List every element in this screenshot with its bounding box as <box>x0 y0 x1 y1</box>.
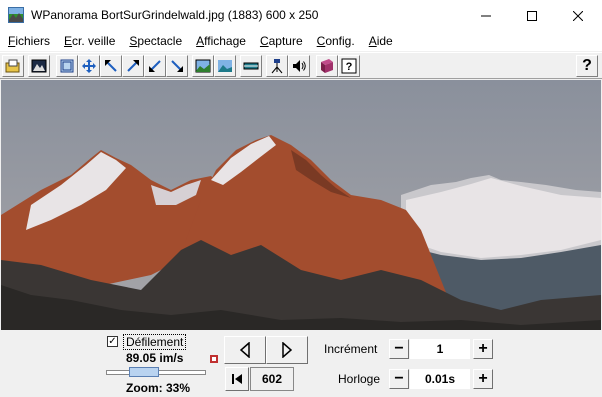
sound-button[interactable] <box>288 55 310 77</box>
menu-spectacle[interactable]: Spectacle <box>121 34 188 48</box>
sound-icon <box>293 60 306 72</box>
speed-readout: 89.05 im/s <box>126 351 184 365</box>
move-button[interactable] <box>78 55 100 77</box>
stretch-image-icon <box>195 59 211 73</box>
clock-value-field[interactable]: 0.01s <box>410 369 470 389</box>
clock-plus-button[interactable]: + <box>473 369 493 389</box>
menu-ecr-veille[interactable]: Ecr. veille <box>56 34 121 48</box>
svg-text:?: ? <box>346 61 353 73</box>
help-page-button[interactable]: ? <box>338 55 360 77</box>
arrow-left-top-icon <box>105 60 117 72</box>
clock-label: Horloge <box>338 372 381 386</box>
next-button[interactable] <box>266 336 308 364</box>
book-icon <box>321 59 333 73</box>
clock-minus-button[interactable]: − <box>389 369 409 389</box>
landscape-icon <box>218 60 232 72</box>
maximize-icon <box>527 10 537 21</box>
arrow-left-top-button[interactable] <box>100 55 122 77</box>
previous-button[interactable] <box>224 336 266 364</box>
menu-bar: Fichiers Ecr. veille Spectacle Affichage… <box>0 31 602 51</box>
close-button[interactable] <box>555 0 601 31</box>
menu-affichage[interactable]: Affichage <box>188 34 252 48</box>
help-page-icon: ? <box>341 58 357 74</box>
window-title: WPanorama BortSurGrindelwald.jpg (1883) … <box>31 8 319 22</box>
horizon-bar-icon <box>243 62 259 70</box>
tripod-button[interactable] <box>266 55 288 77</box>
move-icon <box>82 59 96 73</box>
open-file-icon <box>5 59 20 73</box>
menu-aide[interactable]: Aide <box>361 34 399 48</box>
increment-value-field[interactable]: 1 <box>410 339 470 359</box>
title-bar: WPanorama BortSurGrindelwald.jpg (1883) … <box>0 0 602 31</box>
frame-position-field[interactable]: 602 <box>250 367 294 391</box>
landscape-button[interactable] <box>214 55 236 77</box>
triangle-right-icon <box>282 342 292 358</box>
first-frame-button[interactable] <box>225 367 249 391</box>
menu-capture[interactable]: Capture <box>252 34 309 48</box>
panorama-image[interactable] <box>1 80 601 330</box>
speed-indicator-icon <box>210 355 218 363</box>
arrow-left-bottom-icon <box>149 60 161 72</box>
increment-label: Incrément <box>324 342 378 356</box>
panorama-picture <box>1 80 601 330</box>
scroll-label[interactable]: Défilement <box>123 334 187 350</box>
increment-minus-button[interactable]: − <box>389 339 409 359</box>
maximize-button[interactable] <box>509 0 555 31</box>
scroll-checkbox[interactable]: ✓ <box>107 336 118 347</box>
horizon-bar-button[interactable] <box>240 55 262 77</box>
arrow-left-bottom-button[interactable] <box>144 55 166 77</box>
fit-window-icon <box>60 59 74 73</box>
menu-config[interactable]: Config. <box>309 34 361 48</box>
picture-button[interactable] <box>28 55 50 77</box>
triangle-left-icon <box>240 342 250 358</box>
fit-window-button[interactable] <box>56 55 78 77</box>
help-button[interactable]: ? <box>576 55 598 77</box>
open-file-button[interactable] <box>2 55 24 77</box>
tripod-icon <box>271 59 283 74</box>
picture-icon <box>31 59 47 73</box>
arrow-right-bottom-icon <box>171 60 183 72</box>
stretch-image-button[interactable] <box>192 55 214 77</box>
arrow-right-top-button[interactable] <box>122 55 144 77</box>
zoom-readout: Zoom: 33% <box>126 381 191 395</box>
skip-to-start-icon <box>232 374 242 384</box>
minimize-icon <box>481 15 491 16</box>
menu-fichiers[interactable]: Fichiers <box>0 34 56 48</box>
book-button[interactable] <box>316 55 338 77</box>
arrow-right-top-icon <box>127 60 139 72</box>
wpanorama-app-icon[interactable] <box>8 7 24 23</box>
close-icon <box>573 10 583 21</box>
arrow-right-bottom-button[interactable] <box>166 55 188 77</box>
control-panel: ✓ Défilement 89.05 im/s Zoom: 33% 602 In… <box>0 330 602 397</box>
toolbar: ? ? <box>0 52 602 79</box>
zoom-slider-thumb[interactable] <box>129 367 160 377</box>
minimize-button[interactable] <box>463 0 509 31</box>
increment-plus-button[interactable]: + <box>473 339 493 359</box>
